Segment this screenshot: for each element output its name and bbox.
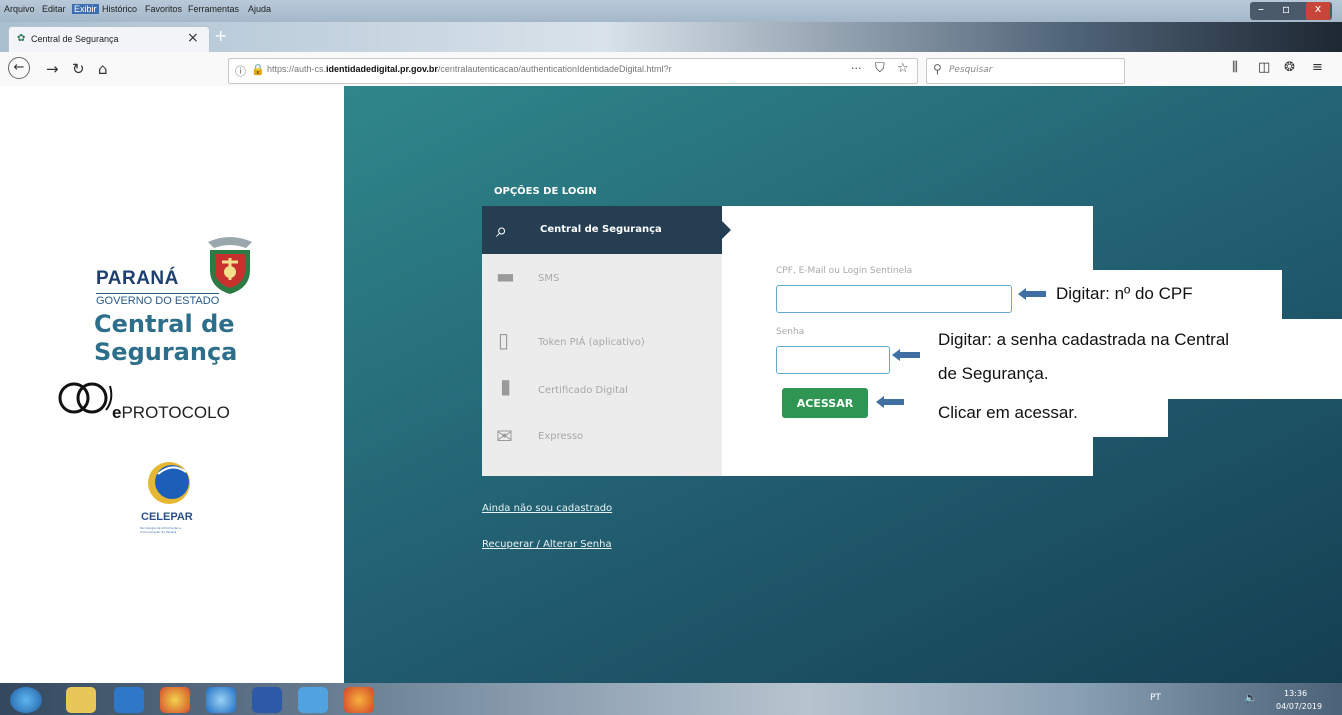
cpf-input[interactable] [776, 285, 1012, 313]
eprotocolo-word: PROTOCOLO [121, 403, 230, 422]
search-person-icon: ⌕ [496, 218, 508, 242]
celepar-subtitle: Tecnologia da Informação e Comunicação d… [140, 526, 182, 534]
close-window-button[interactable]: x [1306, 2, 1330, 20]
windows-taskbar [0, 683, 1342, 715]
pocket-icon[interactable]: ⛉ [875, 61, 885, 76]
file-explorer-icon[interactable] [66, 687, 96, 713]
option-expresso[interactable]: ✉ Expresso [482, 418, 722, 458]
option-label: Token PIÁ (aplicativo) [538, 337, 645, 348]
celepar-text: CELEPAR [141, 511, 193, 523]
menu-historico[interactable]: Histórico [102, 4, 137, 14]
media-player-icon[interactable] [114, 687, 144, 713]
menu-ferramentas[interactable]: Ferramentas [188, 4, 239, 14]
url-text: https://auth-cs.identidadedigital.pr.gov… [267, 64, 672, 74]
minimize-button[interactable]: – [1258, 2, 1264, 16]
app-icon[interactable] [298, 687, 328, 713]
parana-coat-of-arms-icon [208, 237, 252, 294]
envelope-icon: ✉ [496, 424, 513, 448]
maximize-button[interactable]: ▫ [1282, 2, 1290, 16]
annotation-cpf-text: Digitar: nº do CPF [1056, 284, 1193, 303]
parana-text: PARANÁ [96, 268, 179, 289]
celepar-logo-icon [148, 462, 190, 504]
url-prefix: https://auth-cs. [267, 64, 327, 74]
password-field-label: Senha [776, 327, 805, 337]
menu-ajuda[interactable]: Ajuda [248, 4, 271, 14]
annotation-senha-line-1: Digitar: a senha cadastrada na Central [938, 330, 1230, 349]
menu-arquivo[interactable]: Arquivo [4, 4, 35, 14]
central-line-1: Central de [94, 310, 235, 338]
lock-icon: 🔒 [251, 63, 265, 76]
annotation-acessar-text: Clicar em acessar. [938, 403, 1078, 422]
login-options-title: OPÇÕES DE LOGIN [494, 186, 597, 197]
tab-close-icon[interactable]: × [187, 30, 199, 46]
annotation-arrow-senha-icon [892, 349, 920, 361]
sidebar-toggle-icon[interactable]: ◫ [1258, 60, 1270, 75]
reload-icon[interactable]: ↻ [72, 60, 85, 78]
url-domain: identidadedigital.pr.gov.br [326, 64, 438, 74]
hamburger-menu-icon[interactable]: ≡ [1312, 60, 1323, 75]
internet-explorer-icon[interactable] [206, 687, 236, 713]
back-icon[interactable]: ← [8, 57, 30, 79]
bookmark-star-icon[interactable]: ☆ [897, 61, 909, 76]
search-bar[interactable]: ⚲ Pesquisar [926, 58, 1125, 84]
search-input[interactable]: Pesquisar [949, 65, 992, 75]
volume-icon[interactable]: 🔈 [1244, 691, 1258, 704]
url-bar[interactable]: ⓘ 🔒 https://auth-cs.identidadedigital.pr… [228, 58, 918, 84]
start-button[interactable] [10, 687, 42, 713]
central-line-2: Segurança [94, 338, 238, 366]
annotation-senha-line-2: de Segurança. [938, 364, 1049, 383]
option-label: Expresso [538, 431, 584, 442]
branding-sidebar: PARANÁ GOVERNO DO ESTADO Central de Segu… [0, 86, 344, 683]
tab-central-seguranca[interactable]: ✿ Central de Segurança × [8, 26, 210, 53]
option-certificado-digital[interactable]: ▮ Certificado Digital [482, 368, 722, 414]
smartphone-icon: ▯ [498, 328, 510, 352]
search-icon: ⚲ [933, 62, 942, 76]
governo-text: GOVERNO DO ESTADO [96, 293, 220, 307]
usb-token-icon: ▮ [500, 374, 512, 398]
annotation-arrow-cpf-icon [1018, 288, 1046, 300]
new-tab-icon[interactable]: + [214, 26, 227, 45]
menu-favoritos[interactable]: Favoritos [145, 4, 182, 14]
clock-time[interactable]: 13:36 [1284, 689, 1307, 698]
tab-title: Central de Segurança [31, 34, 119, 44]
firefox-icon[interactable] [344, 687, 374, 713]
extension-icon[interactable]: ❂ [1284, 60, 1295, 75]
recover-password-link[interactable]: Recuperar / Alterar Senha [482, 539, 612, 550]
option-label: Central de Segurança [540, 224, 662, 235]
favicon-icon: ✿ [17, 33, 26, 44]
clock-date[interactable]: 04/07/2019 [1276, 702, 1322, 711]
menu-editar[interactable]: Editar [42, 4, 66, 14]
home-icon[interactable]: ⌂ [98, 60, 108, 78]
active-option-pointer [722, 221, 731, 239]
info-icon[interactable]: ⓘ [235, 63, 246, 79]
chat-bubble-icon: ▬ [496, 264, 515, 288]
library-icon[interactable]: ⫼ [1232, 60, 1238, 75]
register-link[interactable]: Ainda não sou cadastrado [482, 503, 612, 514]
option-central-seguranca[interactable]: ⌕ Central de Segurança [482, 206, 722, 254]
language-indicator[interactable]: PT [1150, 693, 1161, 703]
forward-icon[interactable]: → [46, 60, 59, 78]
user-field-label: CPF, E-Mail ou Login Sentinela [776, 266, 913, 276]
eprotocolo-text: ePROTOCOLO [112, 403, 230, 423]
page-actions-icon[interactable]: ··· [851, 62, 862, 75]
central-seguranca-logo: Central de Segurança [94, 310, 237, 366]
word-icon[interactable] [252, 687, 282, 713]
eprotocolo-logo-icon [58, 382, 113, 414]
chrome-icon[interactable] [160, 687, 190, 713]
acessar-button[interactable]: ACESSAR [782, 388, 868, 418]
window-controls: – ▫ x [1250, 2, 1332, 20]
option-label: Certificado Digital [538, 385, 628, 396]
annotation-arrow-acessar-icon [876, 396, 904, 408]
option-label: SMS [538, 273, 560, 284]
option-sms[interactable]: ▬ SMS [482, 256, 722, 302]
password-input[interactable] [776, 346, 890, 374]
menu-bar: Arquivo Editar Exibir Histórico Favorito… [0, 0, 1342, 22]
option-token-pia[interactable]: ▯ Token PIÁ (aplicativo) [482, 320, 722, 366]
url-path: /centralautenticacao/authenticationIdent… [437, 64, 672, 74]
menu-exibir[interactable]: Exibir [72, 4, 99, 14]
